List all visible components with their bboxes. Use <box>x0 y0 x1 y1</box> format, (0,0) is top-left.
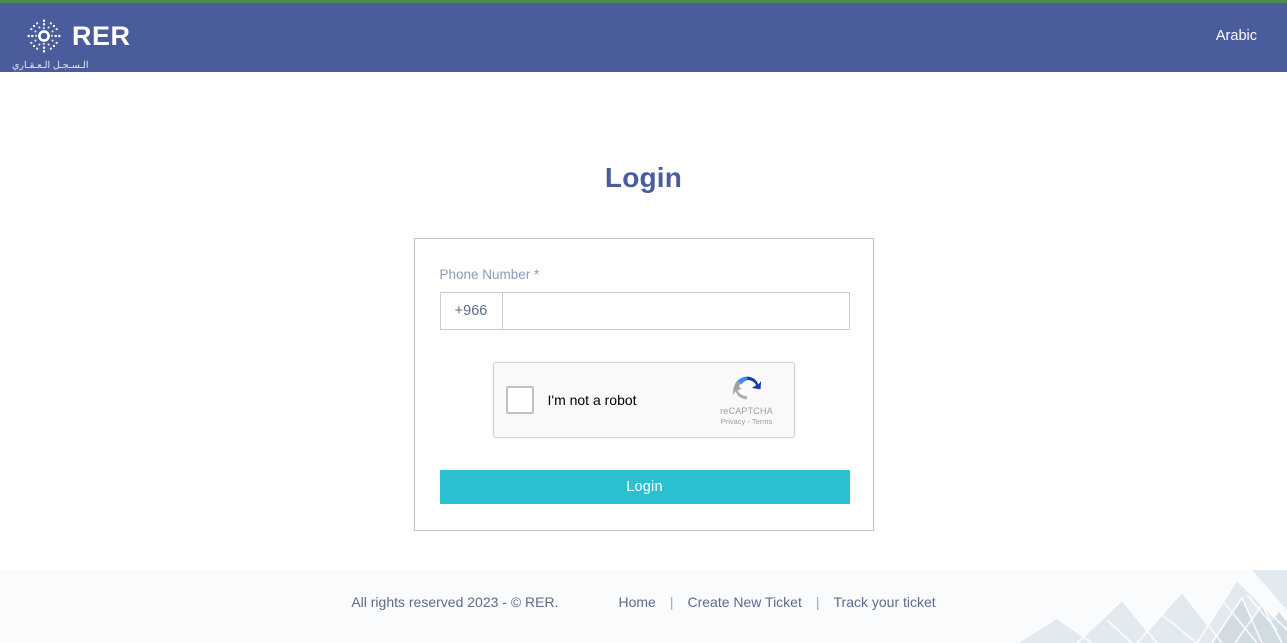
country-code-prefix: +966 <box>440 293 503 329</box>
recaptcha-legal-separator: - <box>747 417 750 426</box>
footer-link-home[interactable]: Home <box>618 594 655 610</box>
recaptcha-widget[interactable]: I'm not a robot reCAPTCHA Privacy - Term… <box>492 362 795 438</box>
footer-link-create-new-ticket[interactable]: Create New Ticket <box>687 594 801 610</box>
recaptcha-legal-links: Privacy - Terms <box>710 417 784 426</box>
dotted-mandala-logo-icon <box>26 18 62 54</box>
login-card: Phone Number * +966 I'm not a robot reCA… <box>413 238 874 531</box>
site-footer: All rights reserved 2023 - © RER. Home |… <box>0 570 1287 643</box>
brand-subtitle-arabic: الـسـجـل الـعـقـاري <box>12 60 89 71</box>
top-accent-bar <box>0 0 1287 3</box>
recaptcha-brand-name: reCAPTCHA <box>720 406 773 416</box>
recaptcha-terms-link[interactable]: Terms <box>752 417 772 426</box>
phone-number-field-group: +966 <box>439 292 850 330</box>
recaptcha-checkbox-group[interactable]: I'm not a robot <box>494 386 637 414</box>
brand-title: RER <box>72 20 131 51</box>
recaptcha-branding: reCAPTCHA Privacy - Terms <box>710 371 784 426</box>
site-header: RER الـسـجـل الـعـقـاري Arabic <box>0 0 1287 72</box>
page-title: Login <box>604 162 683 193</box>
footer-links: Home | Create New Ticket | Track your ti… <box>618 594 935 610</box>
footer-separator-2: | <box>815 593 820 610</box>
login-submit-button[interactable]: Login <box>439 470 850 504</box>
recaptcha-checkbox[interactable] <box>505 386 534 414</box>
footer-separator-1: | <box>669 593 674 610</box>
main-content: Login Phone Number * +966 I'm not a robo… <box>0 72 1287 570</box>
brand-logo[interactable]: RER الـسـجـل الـعـقـاري <box>12 18 131 70</box>
recaptcha-checkbox-label: I'm not a robot <box>547 392 637 408</box>
footer-link-track-your-ticket[interactable]: Track your ticket <box>834 594 936 610</box>
recaptcha-privacy-link[interactable]: Privacy <box>721 417 746 426</box>
recaptcha-circular-arrows-icon <box>732 376 761 400</box>
phone-number-input[interactable] <box>502 293 849 329</box>
phone-number-label: Phone Number * <box>439 267 540 282</box>
language-toggle-arabic[interactable]: Arabic <box>1216 28 1257 44</box>
footer-copyright: All rights reserved 2023 - © RER. <box>351 593 559 610</box>
